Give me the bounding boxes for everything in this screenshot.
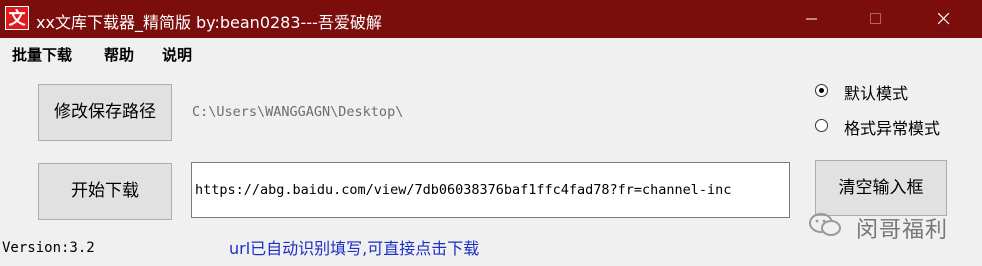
status-hint: url已自动识别填写,可直接点击下载 (229, 239, 480, 258)
radio-dot-icon (819, 88, 824, 93)
app-icon: 文 (5, 6, 29, 30)
close-icon (938, 13, 950, 25)
watermark: 闵哥福利 (808, 208, 958, 243)
title-bar[interactable]: 文 xx文库下载器_精简版 by:bean0283---吾爱破解 (0, 0, 982, 38)
start-download-button[interactable]: 开始下载 (38, 163, 172, 220)
menu-instructions[interactable]: 说明 (162, 44, 192, 65)
minimize-icon (806, 18, 817, 20)
menu-batch-download[interactable]: 批量下载 (12, 44, 72, 65)
url-input[interactable]: https://abg.baidu.com/view/7db06038376ba… (191, 162, 790, 218)
radio-selected-icon (815, 84, 828, 97)
radio-unselected-icon (815, 119, 828, 132)
version-label: Version:3.2 (2, 240, 95, 256)
window-title: xx文库下载器_精简版 by:bean0283---吾爱破解 (36, 13, 382, 32)
save-path-label: C:\Users\WANGGAGN\Desktop\ (192, 104, 404, 120)
mode-abnormal-label: 格式异常模式 (844, 119, 941, 138)
menu-bar: 批量下载 帮助 说明 (0, 38, 982, 68)
close-button[interactable] (920, 0, 966, 38)
change-save-path-button[interactable]: 修改保存路径 (38, 84, 172, 141)
menu-help[interactable]: 帮助 (104, 44, 134, 65)
wechat-icon (809, 213, 841, 236)
mode-default-label: 默认模式 (844, 84, 909, 103)
minimize-button[interactable] (788, 0, 834, 38)
maximize-button[interactable] (852, 0, 898, 38)
maximize-icon (870, 13, 881, 24)
watermark-text: 闵哥福利 (856, 218, 949, 243)
